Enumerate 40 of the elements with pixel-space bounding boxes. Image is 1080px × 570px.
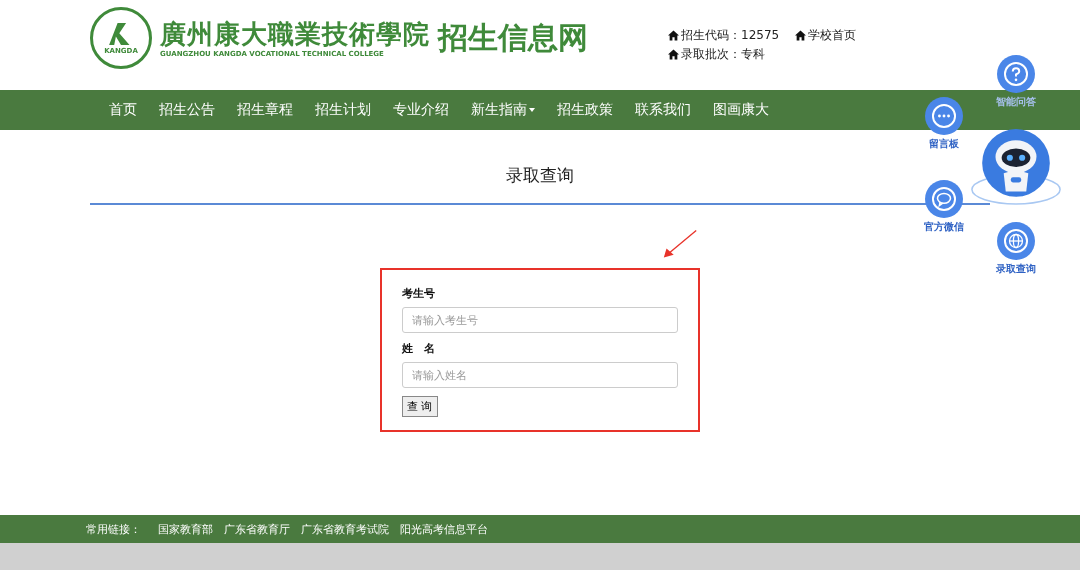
widget-label: 留言板: [929, 137, 959, 151]
info-link-text: 学校首页: [808, 27, 857, 44]
college-name: 廣州康大職業技術學院: [160, 18, 430, 50]
input-field[interactable]: 请输入考生号: [402, 307, 678, 333]
globe-icon: [1003, 228, 1029, 254]
nav-item[interactable]: 联系我们: [624, 101, 702, 119]
site-title: 招生信息网: [438, 18, 588, 57]
field-label: 考生号: [402, 286, 435, 301]
footer-link[interactable]: 广东省教育考试院: [301, 521, 389, 537]
info-link[interactable]: 学校首页: [795, 27, 857, 44]
footer-link[interactable]: 国家教育部: [158, 521, 213, 537]
nav-item[interactable]: 专业介绍: [382, 101, 460, 119]
home-icon: [668, 49, 679, 60]
annotation-arrow: [662, 228, 698, 260]
widget-label: 官方微信: [924, 220, 964, 234]
widget-label: 智能问答: [996, 95, 1036, 109]
nav-item[interactable]: 招生公告: [148, 101, 226, 119]
robot-assistant-icon[interactable]: [968, 126, 1064, 208]
widget-button[interactable]: [997, 222, 1035, 260]
nav-item[interactable]: 首页: [98, 101, 148, 119]
input-field[interactable]: 请输入姓名: [402, 362, 678, 388]
footer-link[interactable]: 广东省教育厅: [224, 521, 290, 537]
question-icon: [1003, 61, 1029, 87]
widget-button[interactable]: [997, 55, 1035, 93]
home-icon: [795, 30, 807, 41]
nav-item[interactable]: 图画康大: [702, 101, 780, 119]
widget-button[interactable]: [925, 180, 963, 218]
widget-label: 录取查询: [996, 262, 1036, 276]
page-title: 录取查询: [506, 164, 574, 187]
nav-item[interactable]: 招生章程: [226, 101, 304, 119]
footer-link[interactable]: 阳光高考信息平台: [400, 521, 488, 537]
home-icon: [668, 30, 679, 41]
query-button[interactable]: 查 询: [402, 396, 438, 417]
field-label: 姓 名: [402, 341, 435, 356]
nav-item[interactable]: 新生指南: [460, 101, 546, 119]
nav-item[interactable]: 招生政策: [546, 101, 624, 119]
nav-item[interactable]: 招生计划: [304, 101, 382, 119]
footer-heading: 常用链接：: [86, 521, 141, 537]
more-icon: [931, 103, 957, 129]
chat-bubble-icon: [931, 186, 957, 212]
